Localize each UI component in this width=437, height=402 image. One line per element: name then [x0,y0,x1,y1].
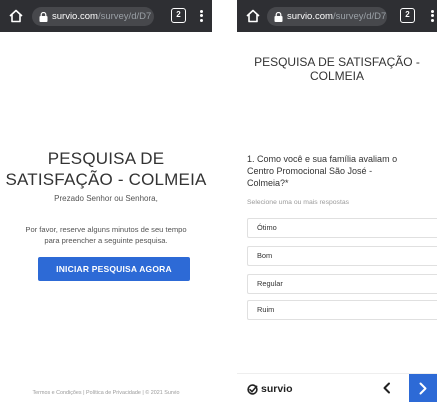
terms-link[interactable]: Termos e Condições [32,390,81,396]
kebab-menu-icon[interactable] [198,8,204,24]
greeting-text: Prezado Senhor ou Senhora, [54,194,158,203]
answer-option-bom[interactable]: Bom [247,246,437,266]
answer-option-ruim[interactable]: Ruim [247,300,437,320]
footer: Termos e Condições | Política de Privaci… [0,390,212,396]
url-path: /survey/d/D7 [97,11,152,22]
phone-screen-welcome: survio.com/survey/d/D7 2 PESQUISA DE SAT… [0,0,212,402]
question-hint: Selecione uma ou mais respostas [247,199,350,206]
browser-toolbar: survio.com/survey/d/D7 2 [0,0,212,32]
brand-name: survio [261,383,293,395]
address-bar[interactable]: survio.com/survey/d/D7 [267,7,387,26]
chevron-right-icon [419,382,427,395]
home-icon[interactable] [8,8,24,24]
question-line: 1. Como você e sua família avaliam o [247,154,398,164]
intro-line: Por favor, reserve alguns minutos de seu… [25,225,187,234]
address-bar[interactable]: survio.com/survey/d/D7 [32,7,154,26]
title-line: PESQUISA DE SATISFAÇÃO - [254,55,420,69]
footer-separator: | [83,390,85,396]
copyright-text: © 2021 Survio [145,390,180,396]
privacy-link[interactable]: Política de Privacidade [86,390,141,396]
url-host: survio.com [52,11,98,22]
footer-separator: | [142,390,144,396]
home-icon[interactable] [245,8,261,24]
lock-icon [39,12,48,22]
question-text: 1. Como você e sua família avaliam o Cen… [247,153,431,189]
question-line: Colmeia?* [247,178,289,188]
intro-line: para preencher a seguinte pesquisa. [44,236,168,245]
start-survey-button[interactable]: INICIAR PESQUISA AGORA [38,257,190,281]
survio-logo: survio [247,382,293,396]
question-line: Centro Promocional São José - [247,166,373,176]
survio-logo-icon [247,383,258,395]
answer-option-regular[interactable]: Regular [247,274,437,294]
tab-switcher-button[interactable]: 2 [400,8,415,23]
lock-icon [274,12,283,22]
page-title: PESQUISA DE SATISFAÇÃO - COLMEIA [0,148,212,190]
chevron-left-icon[interactable] [380,381,394,395]
next-button[interactable] [409,374,437,402]
title-line: COLMEIA [309,69,364,83]
intro-text: Por favor, reserve alguns minutos de seu… [10,224,202,246]
url-path: /survey/d/D7 [332,11,387,22]
browser-toolbar: survio.com/survey/d/D7 2 [237,0,437,32]
answer-option-otimo[interactable]: Ótimo [247,218,437,238]
kebab-menu-icon[interactable] [429,8,435,24]
survey-navigation-bar: survio [237,373,437,402]
title-line: SATISFAÇÃO - COLMEIA [5,170,207,189]
url-host: survio.com [287,11,333,22]
phone-screen-question: survio.com/survey/d/D7 2 PESQUISA DE SAT… [237,0,437,402]
tab-switcher-button[interactable]: 2 [171,8,186,23]
title-line: PESQUISA DE [47,149,165,168]
page-title: PESQUISA DE SATISFAÇÃO - COLMEIA [243,55,431,83]
